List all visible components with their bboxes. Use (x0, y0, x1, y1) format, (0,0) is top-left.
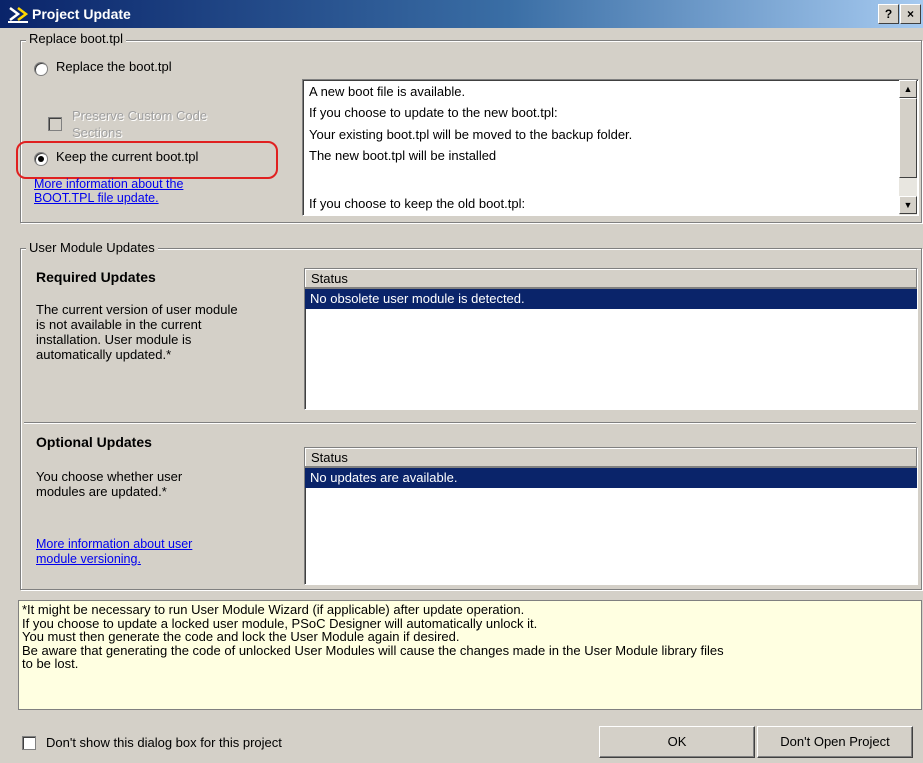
status-column-header[interactable]: Status (305, 448, 917, 468)
desc-line: automatically updated.* (36, 347, 172, 362)
note-line: You must then generate the code and lock… (22, 629, 460, 644)
memo-scrollbar[interactable]: ▲ ▼ (899, 80, 917, 215)
note-line: If you choose to update a locked user mo… (22, 615, 538, 631)
list-item[interactable]: No obsolete user module is detected. (305, 289, 917, 309)
memo-line: Your existing boot.tpl will be moved to … (309, 127, 633, 142)
required-updates-heading: Required Updates (36, 269, 156, 285)
scroll-up-button[interactable]: ▲ (899, 80, 917, 98)
optional-updates-heading: Optional Updates (36, 434, 152, 450)
boot-info-link-line1[interactable]: More information about the (34, 177, 183, 191)
dont-show-checkbox[interactable] (22, 736, 36, 750)
radio-replace-boot[interactable] (34, 62, 48, 76)
versioning-link-line1[interactable]: More information about user (36, 537, 192, 551)
preserve-custom-code-checkbox (48, 117, 62, 131)
app-icon (8, 5, 29, 23)
title-bar[interactable]: Project Update ? × (0, 0, 923, 28)
dont-open-project-button[interactable]: Don't Open Project (757, 726, 913, 758)
memo-line: If you choose to update to the new boot.… (309, 105, 558, 120)
user-module-legend: User Module Updates (26, 240, 158, 255)
boot-info-link-line2[interactable]: BOOT.TPL file update. (34, 191, 159, 205)
preserve-label-line2: Sections (72, 125, 122, 140)
note-line: *It might be necessary to run User Modul… (22, 602, 525, 617)
help-button[interactable]: ? (878, 4, 899, 24)
optional-updates-description: You choose whether user modules are upda… (36, 469, 296, 499)
versioning-link-line2[interactable]: module versioning. (36, 552, 141, 566)
desc-line: is not available in the current (36, 317, 202, 332)
highlight-box (16, 141, 278, 179)
note-line: Be aware that generating the code of unl… (22, 642, 724, 658)
replace-boot-legend: Replace boot.tpl (26, 31, 126, 46)
status-column-header[interactable]: Status (305, 269, 917, 289)
desc-line: The current version of user module (36, 302, 238, 317)
required-updates-description: The current version of user module is no… (36, 302, 296, 362)
memo-line: If you choose to keep the old boot.tpl: (309, 196, 526, 211)
memo-line: A new boot file is available. (309, 84, 466, 99)
scroll-down-button[interactable]: ▼ (899, 196, 917, 214)
required-updates-list[interactable]: Status No obsolete user module is detect… (304, 268, 918, 410)
divider (24, 422, 916, 423)
desc-line: installation. User module is (36, 332, 192, 347)
list-item[interactable]: No updates are available. (305, 468, 917, 488)
desc-line: You choose whether user (36, 469, 183, 484)
scroll-thumb[interactable] (899, 98, 917, 178)
window-title: Project Update (32, 6, 131, 22)
boot-info-memo[interactable]: A new boot file is available. If you cho… (302, 79, 919, 216)
update-note: *It might be necessary to run User Modul… (18, 600, 922, 710)
memo-line: The new boot.tpl will be installed (309, 148, 497, 163)
preserve-label-line1: Preserve Custom Code (72, 108, 208, 123)
desc-line: modules are updated.* (36, 484, 167, 499)
radio-replace-label[interactable]: Replace the boot.tpl (56, 59, 172, 74)
optional-updates-list[interactable]: Status No updates are available. (304, 447, 918, 585)
ok-button[interactable]: OK (599, 726, 755, 758)
close-button[interactable]: × (900, 4, 921, 24)
dont-show-label[interactable]: Don't show this dialog box for this proj… (46, 735, 282, 750)
note-line: to be lost. (22, 656, 79, 671)
